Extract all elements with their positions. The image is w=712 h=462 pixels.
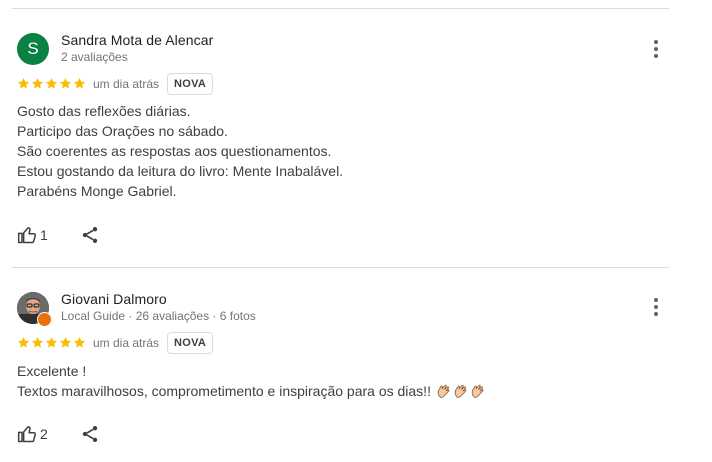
star-icon: [45, 78, 58, 89]
star-icon: [73, 337, 86, 348]
star-icon: [45, 337, 58, 348]
review-time: um dia atrás: [93, 77, 160, 91]
new-badge: NOVA: [167, 73, 214, 95]
review-text: Excelente ! Textos maravilhosos, comprom…: [17, 361, 486, 401]
review-text-line: Participo das Orações no sábado.: [17, 123, 228, 139]
review-text-line: São coerentes as respostas aos questiona…: [17, 143, 332, 159]
share-icon[interactable]: [80, 424, 100, 444]
divider: [12, 267, 669, 268]
avatar[interactable]: [17, 292, 52, 327]
reviewer-name[interactable]: Sandra Mota de Alencar: [61, 32, 213, 48]
share-icon[interactable]: [80, 225, 100, 245]
more-options-icon[interactable]: [644, 295, 668, 319]
reviewer-name[interactable]: Giovani Dalmoro: [61, 291, 167, 307]
reviewer-meta: Local Guide · 26 avaliações · 6 fotos: [61, 309, 256, 323]
like-button[interactable]: 1: [17, 225, 48, 245]
review-text-line: Gosto das reflexões diárias.: [17, 103, 191, 119]
star-icon: [17, 78, 30, 89]
star-icon: [31, 78, 44, 89]
new-badge: NOVA: [167, 332, 214, 354]
star-rating: [17, 77, 86, 91]
reviewer-meta: 2 avaliações: [61, 50, 128, 64]
review-text-line: Estou gostando da leitura do livro: Ment…: [17, 163, 344, 179]
thumb-up-icon: [17, 426, 37, 443]
star-icon: [17, 337, 30, 348]
thumb-up-icon: [17, 227, 37, 244]
clapping-hands-icon: [471, 384, 484, 398]
star-icon: [59, 78, 72, 89]
reviews-panel: S Sandra Mota de Alencar 2 avaliações um…: [0, 0, 712, 462]
avatar[interactable]: S: [17, 33, 49, 65]
review-text-line-content: Textos maravilhosos, comprometimento e i…: [17, 383, 431, 399]
more-options-icon[interactable]: [644, 37, 668, 61]
clapping-hands-icon: [454, 384, 467, 398]
review-text-line: Excelente !: [17, 363, 87, 379]
local-guide-badge-icon: [37, 312, 52, 327]
star-icon: [59, 337, 72, 348]
star-icon: [73, 78, 86, 89]
review-text-line: Parabéns Monge Gabriel.: [17, 183, 177, 199]
divider: [12, 8, 669, 9]
star-rating: [17, 336, 86, 350]
review-text-line: Textos maravilhosos, comprometimento e i…: [17, 381, 486, 401]
review-text: Gosto das reflexões diárias. Participo d…: [17, 101, 343, 201]
clapping-hands-icon: [437, 384, 450, 398]
star-icon: [31, 337, 44, 348]
like-button[interactable]: 2: [17, 424, 48, 444]
like-count: 2: [40, 426, 48, 442]
review-time: um dia atrás: [93, 336, 160, 350]
like-count: 1: [40, 227, 48, 243]
